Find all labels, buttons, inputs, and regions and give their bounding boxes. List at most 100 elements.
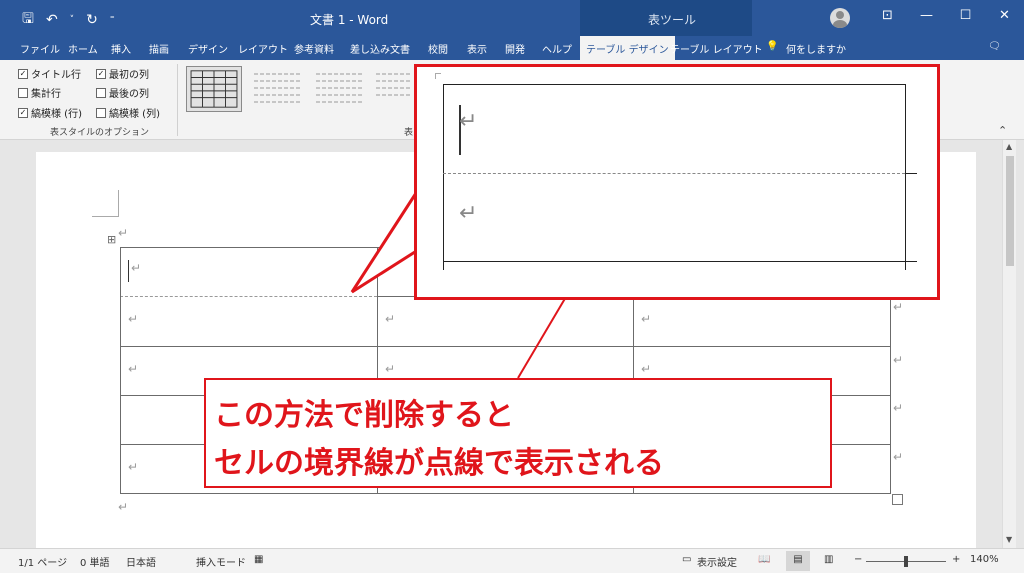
macro-record-icon[interactable]: ▦ [254, 554, 263, 565]
lightbulb-icon[interactable]: 💡 [766, 41, 778, 52]
language-indicator[interactable]: 日本語 [126, 554, 156, 569]
checkbox-checked[interactable]: ✓ [18, 107, 28, 118]
tab-help[interactable]: ヘルプ [542, 41, 572, 56]
table-tools-label: 表ツール [648, 13, 697, 27]
zoom-cell-mark: ↵ [459, 201, 478, 226]
zoom-out-button[interactable]: − [854, 554, 862, 565]
row-end-mark: ↵ [893, 450, 904, 464]
customize-qat-icon[interactable]: ⁼ [110, 15, 115, 25]
maximize-icon[interactable]: ☐ [946, 8, 985, 23]
tab-mailings[interactable]: 差し込み文書 [350, 41, 410, 56]
checkbox-checked[interactable]: ✓ [18, 68, 28, 79]
collapse-ribbon-icon[interactable]: ⌃ [998, 124, 1007, 137]
tab-layout[interactable]: レイアウト [238, 41, 288, 56]
page-count[interactable]: 1/1 ページ [18, 554, 67, 569]
minimize-icon[interactable]: — [907, 8, 946, 23]
table-border [120, 493, 891, 494]
tab-home[interactable]: ホーム [68, 41, 98, 56]
cell-mark: ↵ [128, 312, 139, 326]
comment-icon[interactable]: 🗨 [988, 41, 1001, 52]
insert-mode[interactable]: 挿入モード [196, 554, 246, 569]
vertical-scrollbar[interactable]: ▲ ▼ [1002, 140, 1016, 548]
annotation-line-1: この方法で削除すると [214, 398, 514, 433]
option-header-row[interactable]: ✓ タイトル行 [18, 66, 81, 81]
checkbox-checked[interactable]: ✓ [96, 68, 106, 79]
options-group-label: 表スタイルのオプション [50, 128, 150, 138]
zoom-margin-mark [435, 73, 441, 79]
zoom-table-border [443, 84, 444, 270]
tab-review[interactable]: 校閲 [428, 41, 448, 56]
checkbox[interactable] [96, 87, 106, 98]
checkbox[interactable] [18, 87, 28, 98]
word-count[interactable]: 0 単語 [80, 554, 110, 569]
display-settings[interactable]: 表示設定 [697, 554, 737, 569]
zoom-dashed-border [443, 173, 905, 174]
tab-references[interactable]: 参考資料 [294, 41, 334, 56]
margin-mark [118, 190, 119, 216]
zoom-cell-mark: ↵ [459, 109, 478, 134]
undo-dropdown-icon[interactable]: ˅ [70, 15, 75, 25]
ribbon-display-icon[interactable]: ⊡ [868, 8, 907, 23]
quick-access-toolbar: 🖫 ↶ ˅ ↻ ⁼ [22, 8, 115, 32]
tab-table-design[interactable]: テーブル デザイン [580, 36, 675, 60]
zoom-level[interactable]: 140% [970, 554, 999, 565]
zoom-table-border [443, 84, 905, 85]
zoom-table-border [443, 261, 917, 262]
option-banded-rows[interactable]: ✓ 縞模様 (行) [18, 105, 82, 120]
tab-insert[interactable]: 挿入 [111, 41, 131, 56]
row-end-mark: ↵ [893, 353, 904, 367]
annotation-line-2: セルの境界線が点線で表示される [214, 446, 664, 481]
table-move-handle-icon[interactable]: ⊞ [107, 233, 116, 246]
tab-file[interactable]: ファイル [20, 41, 60, 56]
tab-draw[interactable]: 描画 [149, 41, 169, 56]
window-title: 文書 1 - Word [310, 13, 389, 27]
option-last-column[interactable]: 最後の列 [96, 85, 149, 100]
checkbox[interactable] [96, 107, 106, 118]
read-mode-icon[interactable]: 📖 [758, 554, 770, 565]
ribbon-tabs: ファイル ホーム 挿入 描画 デザイン レイアウト 参考資料 差し込み文書 校閲… [0, 36, 1024, 60]
zoom-table-border [905, 84, 906, 270]
cell-mark: ↵ [131, 261, 142, 275]
table-border [120, 247, 121, 494]
paragraph-mark: ↵ [118, 226, 129, 240]
tab-design[interactable]: デザイン [188, 41, 228, 56]
tab-view[interactable]: 表示 [467, 41, 487, 56]
table-style-plain-1[interactable] [250, 66, 306, 112]
zoom-slider-thumb[interactable] [904, 556, 908, 567]
scroll-down-icon[interactable]: ▼ [1006, 535, 1012, 544]
print-layout-icon[interactable]: ▤ [786, 551, 810, 571]
tab-developer[interactable]: 開発 [505, 41, 525, 56]
web-layout-icon[interactable]: ▥ [824, 554, 833, 565]
cell-mark: ↵ [128, 362, 139, 376]
status-bar: 1/1 ページ 0 単語 日本語 挿入モード ▦ ▭ 表示設定 📖 ▤ ▥ − … [0, 548, 1024, 573]
table-style-plain-2[interactable] [312, 66, 368, 112]
save-icon[interactable]: 🖫 [22, 8, 34, 32]
display-settings-icon[interactable]: ▭ [682, 554, 691, 565]
row-end-mark: ↵ [893, 300, 904, 314]
margin-mark [92, 216, 119, 217]
tab-table-layout[interactable]: テーブル レイアウト [670, 41, 763, 56]
zoom-in-button[interactable]: + [952, 554, 960, 565]
cell-mark: ↵ [641, 362, 652, 376]
scroll-up-icon[interactable]: ▲ [1006, 142, 1012, 151]
ribbon-separator [177, 64, 178, 136]
text-cursor [128, 260, 129, 282]
avatar[interactable] [830, 8, 850, 28]
undo-icon[interactable]: ↶ [46, 12, 58, 28]
table-style-grid[interactable] [186, 66, 242, 112]
window-buttons: ⊡ — ☐ ✕ [868, 8, 1024, 23]
redo-icon[interactable]: ↻ [86, 12, 98, 28]
table-border [120, 346, 891, 347]
option-banded-columns[interactable]: 縞模様 (列) [96, 105, 160, 120]
option-total-row[interactable]: 集計行 [18, 85, 61, 100]
close-icon[interactable]: ✕ [985, 8, 1024, 23]
tell-me-search[interactable]: 何をしますか [786, 41, 846, 56]
option-first-column[interactable]: ✓ 最初の列 [96, 66, 149, 81]
cell-mark: ↵ [128, 460, 139, 474]
zoom-table-border [905, 173, 917, 174]
scroll-thumb[interactable] [1006, 156, 1014, 266]
cell-mark: ↵ [385, 362, 396, 376]
paragraph-mark: ↵ [118, 500, 129, 514]
cell-mark: ↵ [385, 312, 396, 326]
table-resize-handle[interactable] [892, 494, 903, 505]
